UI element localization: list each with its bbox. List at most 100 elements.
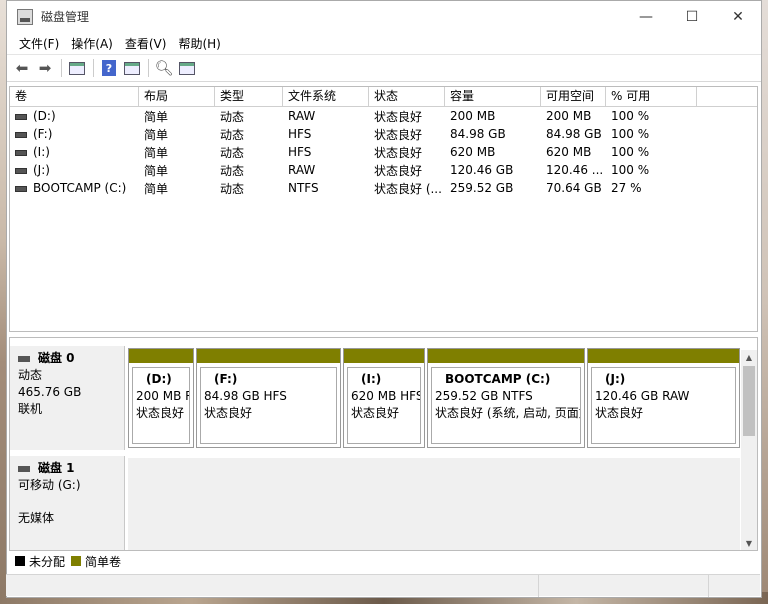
volume-cell-free: 70.64 GB xyxy=(541,181,606,195)
volume-cell-pct: 100 % xyxy=(606,145,697,159)
disk-pane-scrollbar[interactable]: ▲ ▼ xyxy=(741,350,757,550)
toolbar: ⬅ ➡ ? 🔍︎ xyxy=(7,54,761,82)
partition-block[interactable]: (D:) 200 MB RAW 状态良好 xyxy=(128,348,194,448)
volume-cell-name: (F:) xyxy=(10,127,139,141)
volume-layout-text: 简单 xyxy=(144,145,169,160)
volume-type-text: 动态 xyxy=(220,109,245,124)
toolbar-separator xyxy=(61,59,62,77)
volume-cell-layout: 简单 xyxy=(139,126,215,143)
volume-pct-text: 27 % xyxy=(611,181,642,195)
volume-cell-type: 动态 xyxy=(215,108,283,125)
volume-layout-text: 简单 xyxy=(144,109,169,124)
volume-free-text: 70.64 GB xyxy=(546,181,602,195)
menu-action[interactable]: 操作(A) xyxy=(65,35,119,52)
menu-bar: 文件(F) 操作(A) 查看(V) 帮助(H) xyxy=(7,32,761,54)
scroll-thumb[interactable] xyxy=(743,366,755,436)
volume-row[interactable]: (F:) 简单 动态 HFS 状态良好 84.98 GB 84.98 GB 100 % xyxy=(10,125,757,143)
partition-label: (J:) xyxy=(605,372,626,386)
volume-cell-type: 动态 xyxy=(215,144,283,161)
volume-cell-fs: HFS xyxy=(283,127,369,141)
partition-block[interactable]: BOOTCAMP (C:) 259.52 GB NTFS 状态良好 (系统, 启动,… xyxy=(427,348,585,448)
volume-cell-layout: 简单 xyxy=(139,144,215,161)
disk-0-info[interactable]: 磁盘 0 动态 465.76 GB 联机 xyxy=(10,346,125,450)
volume-row[interactable]: (D:) 简单 动态 RAW 状态良好 200 MB 200 MB 100 % xyxy=(10,107,757,125)
disk-icon xyxy=(18,465,30,472)
volume-cell-layout: 简单 xyxy=(139,162,215,179)
column-header-free-space[interactable]: 可用空间 xyxy=(541,87,606,106)
menu-file[interactable]: 文件(F) xyxy=(13,35,65,52)
disk-1-info[interactable]: 磁盘 1 可移动 (G:) 无媒体 xyxy=(10,456,125,550)
column-header-layout[interactable]: 布局 xyxy=(139,87,215,106)
close-button[interactable]: ✕ xyxy=(715,1,761,32)
simple-volume-bar xyxy=(129,349,193,363)
volume-free-text: 84.98 GB xyxy=(546,127,602,141)
maximize-button[interactable]: ☐ xyxy=(669,1,715,32)
legend-simple-volume: 简单卷 xyxy=(85,554,122,569)
partition-line1: 259.52 GB NTFS xyxy=(435,389,533,403)
volume-cell-status: 状态良好 xyxy=(369,126,445,143)
volume-pct-text: 100 % xyxy=(611,145,650,159)
volume-type-text: 动态 xyxy=(220,127,245,142)
show-action-pane-button[interactable] xyxy=(121,57,143,79)
volume-fs-text: HFS xyxy=(288,145,312,159)
column-header-type[interactable]: 类型 xyxy=(215,87,283,106)
column-header-volume[interactable]: 卷 xyxy=(10,87,139,106)
title-bar[interactable]: 磁盘管理 — ☐ ✕ xyxy=(7,1,761,32)
volume-type-text: 动态 xyxy=(220,163,245,178)
column-header-filesystem[interactable]: 文件系统 xyxy=(283,87,369,106)
partition-label: BOOTCAMP (C:) xyxy=(445,372,551,386)
volume-capacity-text: 84.98 GB xyxy=(450,127,506,141)
volume-cell-pct: 27 % xyxy=(606,181,697,195)
disk-0-row[interactable]: 磁盘 0 动态 465.76 GB 联机 xyxy=(10,346,125,450)
volume-list: 卷 布局 类型 文件系统 状态 容量 可用空间 % 可用 (D:) 简单 动态 RAW… xyxy=(9,86,758,332)
minimize-button[interactable]: — xyxy=(623,1,669,32)
volume-free-text: 200 MB xyxy=(546,109,592,123)
volume-fs-text: NTFS xyxy=(288,181,319,195)
partition-line2: 状态良好 xyxy=(204,406,253,420)
column-header-percent-free[interactable]: % 可用 xyxy=(606,87,697,106)
partition-block[interactable]: (I:) 620 MB HFS 状态良好 xyxy=(343,348,425,448)
volume-capacity-text: 620 MB xyxy=(450,145,496,159)
disk-0-size: 465.76 GB xyxy=(18,385,82,399)
scroll-down-icon[interactable]: ▼ xyxy=(741,536,757,550)
volume-cell-type: 动态 xyxy=(215,180,283,197)
partition-block[interactable]: (J:) 120.46 GB RAW 状态良好 xyxy=(587,348,740,448)
menu-view[interactable]: 查看(V) xyxy=(119,35,173,52)
volume-cell-name: (D:) xyxy=(10,109,139,123)
volume-capacity-text: 200 MB xyxy=(450,109,496,123)
partition-line1: 84.98 GB HFS xyxy=(204,389,287,403)
disk-1-state: 无媒体 xyxy=(18,511,55,525)
volume-icon xyxy=(15,185,27,192)
volume-row[interactable]: (J:) 简单 动态 RAW 状态良好 120.46 GB 120.46 ... 100 % xyxy=(10,161,757,179)
volume-name-text: (D:) xyxy=(33,109,56,123)
back-button[interactable]: ⬅ xyxy=(11,57,33,79)
partition-line1: 620 MB HFS xyxy=(351,389,421,403)
help-button[interactable]: ? xyxy=(98,57,120,79)
scroll-up-icon[interactable]: ▲ xyxy=(741,350,757,364)
properties-button[interactable] xyxy=(176,57,198,79)
forward-button[interactable]: ➡ xyxy=(34,57,56,79)
column-header-capacity[interactable]: 容量 xyxy=(445,87,541,106)
disk-1-row[interactable]: 磁盘 1 可移动 (G:) 无媒体 xyxy=(10,456,125,550)
connect-virtual-disk-button[interactable]: 🔍︎ xyxy=(153,57,175,79)
partition-label: (D:) xyxy=(146,372,172,386)
menu-help[interactable]: 帮助(H) xyxy=(172,35,226,52)
volume-status-text: 状态良好 (... xyxy=(374,181,442,196)
volume-status-text: 状态良好 xyxy=(374,163,423,178)
volume-cell-pct: 100 % xyxy=(606,127,697,141)
window-title: 磁盘管理 xyxy=(41,10,90,24)
volume-cell-free: 200 MB xyxy=(541,109,606,123)
volume-row[interactable]: (I:) 简单 动态 HFS 状态良好 620 MB 620 MB 100 % xyxy=(10,143,757,161)
volume-pct-text: 100 % xyxy=(611,127,650,141)
column-header-status[interactable]: 状态 xyxy=(369,87,445,106)
volume-fs-text: RAW xyxy=(288,109,316,123)
disk-0-state: 联机 xyxy=(18,402,43,416)
show-hide-console-tree-button[interactable] xyxy=(66,57,88,79)
volume-row[interactable]: BOOTCAMP (C:) 简单 动态 NTFS 状态良好 (... 259.52 GB 7… xyxy=(10,179,757,197)
volume-cell-name: (J:) xyxy=(10,163,139,177)
volume-rows: (D:) 简单 动态 RAW 状态良好 200 MB 200 MB 100 % (F:) 简单 动态… xyxy=(10,107,757,197)
partition-details: BOOTCAMP (C:) 259.52 GB NTFS 状态良好 (系统, 启动,… xyxy=(431,367,581,444)
toolbar-separator xyxy=(93,59,94,77)
partition-block[interactable]: (F:) 84.98 GB HFS 状态良好 xyxy=(196,348,341,448)
disk-management-app-icon xyxy=(17,8,33,25)
